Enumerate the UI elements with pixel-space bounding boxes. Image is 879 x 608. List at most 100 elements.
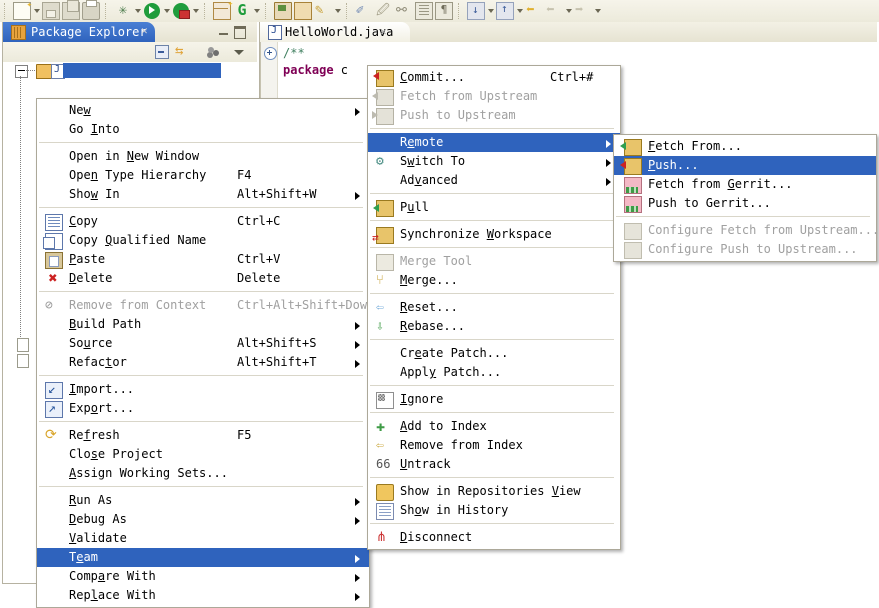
new-wizard-dropdown[interactable]: [32, 2, 41, 20]
tree-collapse-icon[interactable]: [15, 65, 28, 78]
menu-item-add-to-index[interactable]: ✚ Add to Index: [368, 417, 620, 436]
menu-item-shortcut: Ctrl+Alt+Shift+Down: [237, 298, 375, 312]
print-button[interactable]: [81, 0, 101, 20]
menu-item-reset[interactable]: ⇦ Reset...: [368, 298, 620, 317]
forward-dropdown[interactable]: [593, 2, 602, 20]
tree-child-expander[interactable]: [17, 338, 29, 352]
back-button[interactable]: ⬅: [544, 2, 564, 20]
menu-item-apply-patch[interactable]: Apply Patch...: [368, 363, 620, 382]
show-whitespace-button[interactable]: ⚯: [394, 2, 414, 20]
tree-row[interactable]: [3, 62, 257, 79]
menu-item-build-path[interactable]: Build Path: [37, 315, 369, 334]
maximize-icon[interactable]: [234, 26, 246, 39]
collapse-all-icon[interactable]: [153, 44, 170, 60]
new-package-button[interactable]: ✦: [212, 0, 233, 20]
view-menu-icon[interactable]: [205, 44, 222, 60]
menu-item-validate[interactable]: Validate: [37, 529, 369, 548]
open-type-button[interactable]: [273, 2, 293, 20]
menu-item-refresh[interactable]: ⟳ Refresh F5: [37, 426, 369, 445]
menu-item-assign-working-sets[interactable]: Assign Working Sets...: [37, 464, 369, 483]
menu-item-push-to-gerrit[interactable]: Push to Gerrit...: [614, 194, 876, 213]
last-edit-location-button[interactable]: ✐: [354, 2, 374, 20]
menu-item-show-in[interactable]: Show In Alt+Shift+W: [37, 185, 369, 204]
search-dropdown[interactable]: [333, 2, 342, 20]
menu-separator: [370, 247, 614, 249]
menu-item-debug-as[interactable]: Debug As: [37, 510, 369, 529]
next-annotation-button[interactable]: ↓: [466, 2, 486, 20]
open-type-icon: [274, 2, 292, 20]
menu-item-import[interactable]: Import...: [37, 380, 369, 399]
menu-item-pull[interactable]: Pull: [368, 198, 620, 217]
menu-item-compare-with[interactable]: Compare With: [37, 567, 369, 586]
previous-annotation-button[interactable]: ↑: [495, 2, 515, 20]
team-submenu[interactable]: Commit... Ctrl+# Fetch from Upstream Push t…: [367, 65, 621, 550]
menu-item-replace-with[interactable]: Replace With: [37, 586, 369, 605]
menu-item-push[interactable]: Push...: [614, 156, 876, 175]
menu-separator: [370, 523, 614, 525]
menu-item-source[interactable]: Source Alt+Shift+S: [37, 334, 369, 353]
menu-item-synchronize-workspace[interactable]: Synchronize Workspace: [368, 225, 620, 247]
folding-expand-icon[interactable]: [264, 47, 277, 60]
show-source-button[interactable]: [414, 2, 434, 20]
menu-separator: [39, 421, 363, 423]
minimize-icon[interactable]: [218, 26, 230, 37]
tree-child-expander[interactable]: [17, 354, 29, 368]
menu-item-team[interactable]: Team: [37, 548, 369, 567]
save-all-button[interactable]: [61, 0, 81, 20]
menu-item-copy-qualified-name[interactable]: Copy Qualified Name: [37, 231, 369, 250]
menu-item-open-type-hierarchy[interactable]: Open Type Hierarchy F4: [37, 166, 369, 185]
mark-occurrences-button[interactable]: 🖉: [374, 2, 394, 20]
forward-button[interactable]: ➡: [573, 2, 593, 20]
menu-item-merge[interactable]: ⑂ Merge...: [368, 271, 620, 290]
debug-dropdown[interactable]: [133, 2, 142, 20]
menu-item-create-patch[interactable]: Create Patch...: [368, 344, 620, 363]
menu-item-go-into[interactable]: Go Into: [37, 120, 369, 139]
menu-item-rebase[interactable]: ⇩ Rebase...: [368, 317, 620, 336]
search-button[interactable]: ✎: [313, 2, 333, 20]
new-class-button[interactable]: G: [232, 2, 252, 20]
open-task-button[interactable]: [293, 2, 313, 20]
next-annotation-dropdown[interactable]: [486, 2, 495, 20]
menu-item-show-in-history[interactable]: Show in History: [368, 501, 620, 520]
menu-item-delete[interactable]: ✖ Delete Delete: [37, 269, 369, 288]
menu-item-paste[interactable]: Paste Ctrl+V: [37, 250, 369, 269]
menu-item-refactor[interactable]: Refactor Alt+Shift+T: [37, 353, 369, 372]
tree-selected-item[interactable]: [63, 63, 221, 78]
previous-annotation-dropdown[interactable]: [515, 2, 524, 20]
menu-item-fetch-from-gerrit[interactable]: Fetch from Gerrit...: [614, 175, 876, 194]
menu-item-remote[interactable]: Remote: [368, 133, 620, 152]
external-tools-button[interactable]: [171, 2, 191, 20]
menu-item-copy[interactable]: Copy Ctrl+C: [37, 212, 369, 231]
menu-item-switch-to[interactable]: ⚙ Switch To: [368, 152, 620, 171]
menu-item-disconnect[interactable]: ⋔ Disconnect: [368, 528, 620, 547]
menu-item-ignore[interactable]: Ignore: [368, 390, 620, 409]
menu-item-remove-from-index[interactable]: ⇦ Remove from Index: [368, 436, 620, 455]
menu-item-close-project[interactable]: Close Project: [37, 445, 369, 464]
close-icon[interactable]: ✕: [380, 25, 387, 38]
show-pilcrow-button[interactable]: ¶: [434, 2, 454, 20]
run-dropdown[interactable]: [162, 2, 171, 20]
print-icon: [82, 0, 100, 20]
debug-button[interactable]: ✳: [113, 2, 133, 20]
chevron-down-icon[interactable]: [231, 44, 248, 60]
back-to-marker-button[interactable]: ⬅: [524, 2, 544, 20]
link-editor-icon[interactable]: [175, 43, 192, 60]
new-wizard-button[interactable]: ✦: [12, 0, 32, 20]
back-dropdown[interactable]: [564, 2, 573, 20]
menu-item-advanced[interactable]: Advanced: [368, 171, 620, 190]
menu-item-export[interactable]: Export...: [37, 399, 369, 418]
external-tools-dropdown[interactable]: [191, 2, 200, 20]
menu-item-show-in-repositories-view[interactable]: Show in Repositories View: [368, 482, 620, 501]
run-button[interactable]: [142, 2, 162, 20]
close-icon[interactable]: ✕: [141, 25, 151, 36]
save-button[interactable]: [41, 2, 61, 20]
menu-item-new[interactable]: New: [37, 101, 369, 120]
package-explorer-context-menu[interactable]: New Go Into Open in New Window Open Type Hi…: [36, 98, 374, 608]
remote-submenu[interactable]: Fetch From... Push... Fetch from Gerrit...…: [613, 134, 879, 262]
new-class-dropdown[interactable]: [252, 2, 261, 20]
menu-item-commit[interactable]: Commit... Ctrl+#: [368, 68, 620, 87]
menu-item-run-as[interactable]: Run As: [37, 491, 369, 510]
menu-item-untrack[interactable]: 66 Untrack: [368, 455, 620, 474]
menu-item-open-in-new-window[interactable]: Open in New Window: [37, 147, 369, 166]
menu-item-fetch-from[interactable]: Fetch From...: [614, 137, 876, 156]
